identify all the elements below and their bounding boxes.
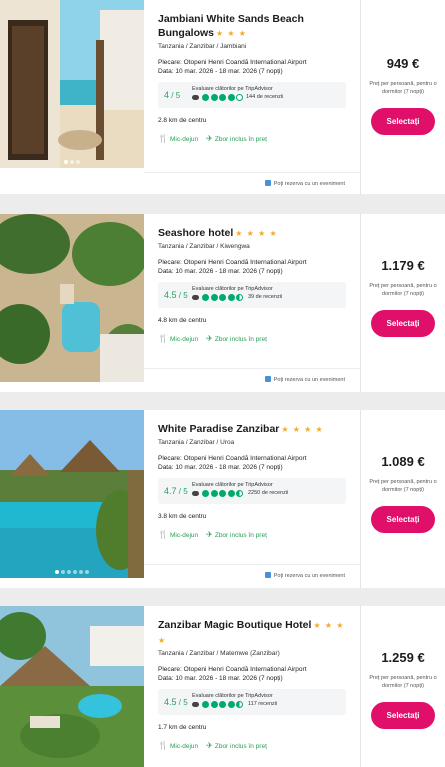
- tripadvisor-rating: 4 / 5 Evaluare clătorilor pe TripAdvisor…: [158, 82, 346, 108]
- rating-source: Evaluare clătorilor pe TripAdvisor: [192, 86, 273, 92]
- photo-carousel-dots[interactable]: [0, 160, 144, 164]
- hotel-name[interactable]: Zanzibar Magic Boutique Hotel ★ ★ ★ ★: [158, 618, 354, 648]
- hotel-card[interactable]: Jambiani White Sands Beach Bungalows ★ ★ …: [0, 0, 445, 194]
- calendar-icon: [264, 572, 271, 578]
- departure-info: Plecare: Otopeni Henri Coandă Internatio…: [158, 666, 307, 682]
- hotel-features: 🍴 Mic-dejun ✈ Zbor inclus în preț: [158, 134, 267, 143]
- select-button[interactable]: Selectați: [371, 702, 435, 729]
- hotel-location: Tanzania / Zanzibar / Kiwengwa: [158, 243, 250, 250]
- rating-score: 4.5 / 5: [164, 290, 188, 300]
- rating-score: 4 / 5: [164, 90, 181, 100]
- hotel-features: 🍴 Mic-dejun ✈ Zbor inclus în preț: [158, 741, 267, 750]
- select-button[interactable]: Selectați: [371, 506, 435, 533]
- hotel-photo[interactable]: [0, 410, 144, 578]
- cutlery-icon: 🍴: [158, 334, 168, 343]
- distance-to-center: 1.7 km de centru: [158, 724, 207, 731]
- star-rating: ★ ★ ★: [216, 29, 247, 38]
- distance-to-center: 2.8 km de centru: [158, 117, 207, 124]
- tripadvisor-rating: 4.5 / 5 Evaluare clătorilor pe TripAdvis…: [158, 689, 346, 715]
- divider: [144, 368, 360, 369]
- hotel-location: Tanzania / Zanzibar / Jambiani: [158, 43, 247, 50]
- calendar-icon: [264, 180, 271, 186]
- review-count: 39 de recenzii: [248, 294, 283, 300]
- owl-icon: [192, 702, 199, 707]
- plane-icon: ✈: [206, 741, 213, 750]
- review-count: 2250 de recenzii: [248, 490, 289, 496]
- departure-info: Plecare: Otopeni Henri Coandă Internatio…: [158, 455, 307, 471]
- hotel-card[interactable]: Seashore hotel ★ ★ ★ ★ Tanzania / Zanziba…: [0, 214, 445, 392]
- plane-icon: ✈: [206, 530, 213, 539]
- event-booking-link[interactable]: Poți rezerva cu un eveniment: [264, 376, 345, 383]
- owl-icon: [192, 95, 199, 100]
- rating-source: Evaluare clătorilor pe TripAdvisor: [192, 286, 273, 292]
- hotel-photo-image: [0, 214, 144, 382]
- rating-circles: [202, 701, 245, 708]
- price: 1.179 €: [381, 258, 425, 273]
- rating-circles: [202, 490, 245, 497]
- owl-icon: [192, 491, 199, 496]
- divider: [144, 172, 360, 173]
- price: 1.089 €: [381, 454, 425, 469]
- hotel-photo-image: [0, 0, 144, 168]
- cutlery-icon: 🍴: [158, 134, 168, 143]
- tripadvisor-rating: 4.7 / 5 Evaluare clătorilor pe TripAdvis…: [158, 478, 346, 504]
- rating-source: Evaluare clătorilor pe TripAdvisor: [192, 482, 273, 488]
- price-note: Preț per persoană, pentru o dormitor (7 …: [369, 479, 437, 493]
- hotel-name[interactable]: Jambiani White Sands Beach Bungalows ★ ★ …: [158, 12, 354, 41]
- price-note: Preț per persoană, pentru o dormitor (7 …: [369, 283, 437, 297]
- hotel-location: Tanzania / Zanzibar / Uroa: [158, 439, 235, 446]
- distance-to-center: 4.8 km de centru: [158, 317, 207, 324]
- cutlery-icon: 🍴: [158, 530, 168, 539]
- rating-score: 4.5 / 5: [164, 697, 188, 707]
- event-booking-link[interactable]: Poți rezerva cu un eveniment: [264, 180, 345, 187]
- hotel-card[interactable]: White Paradise Zanzibar ★ ★ ★ ★ Tanzania …: [0, 410, 445, 588]
- hotel-photo[interactable]: [0, 606, 144, 767]
- hotel-photo[interactable]: [0, 0, 144, 168]
- plane-icon: ✈: [206, 334, 213, 343]
- owl-icon: [192, 295, 199, 300]
- hotel-photo-image: [0, 606, 144, 767]
- tripadvisor-rating: 4.5 / 5 Evaluare clătorilor pe TripAdvis…: [158, 282, 346, 308]
- cutlery-icon: 🍴: [158, 741, 168, 750]
- hotel-features: 🍴 Mic-dejun ✈ Zbor inclus în preț: [158, 334, 267, 343]
- star-rating: ★ ★ ★ ★: [281, 425, 324, 434]
- hotel-location: Tanzania / Zanzibar / Matemwe (Zanzibar): [158, 650, 280, 657]
- select-button[interactable]: Selectați: [371, 108, 435, 135]
- price: 949 €: [386, 56, 420, 71]
- plane-icon: ✈: [206, 134, 213, 143]
- rating-source: Evaluare clătorilor pe TripAdvisor: [192, 693, 273, 699]
- rating-score: 4.7 / 5: [164, 486, 188, 496]
- review-count: 144 de recenzii: [246, 94, 284, 100]
- rating-circles: [202, 94, 245, 101]
- hotel-features: 🍴 Mic-dejun ✈ Zbor inclus în preț: [158, 530, 267, 539]
- calendar-icon: [264, 376, 271, 382]
- star-rating: ★ ★ ★ ★: [235, 229, 278, 238]
- divider: [144, 564, 360, 565]
- price: 1.259 €: [381, 650, 425, 665]
- select-button[interactable]: Selectați: [371, 310, 435, 337]
- price-note: Preț per persoană, pentru o dormitor (7 …: [369, 81, 437, 95]
- rating-circles: [202, 294, 245, 301]
- hotel-name[interactable]: Seashore hotel ★ ★ ★ ★: [158, 226, 354, 241]
- photo-carousel-dots[interactable]: [0, 570, 144, 574]
- hotel-photo[interactable]: [0, 214, 144, 382]
- departure-info: Plecare: Otopeni Henri Coandă Internatio…: [158, 59, 307, 75]
- review-count: 117 recenzii: [248, 701, 278, 707]
- departure-info: Plecare: Otopeni Henri Coandă Internatio…: [158, 259, 307, 275]
- event-booking-link[interactable]: Poți rezerva cu un eveniment: [264, 572, 345, 579]
- distance-to-center: 3.8 km de centru: [158, 513, 207, 520]
- hotel-name[interactable]: White Paradise Zanzibar ★ ★ ★ ★: [158, 422, 354, 437]
- hotel-photo-image: [0, 410, 144, 578]
- hotel-card[interactable]: Zanzibar Magic Boutique Hotel ★ ★ ★ ★ Tan…: [0, 606, 445, 767]
- price-note: Preț per persoană, pentru o dormitor (7 …: [369, 675, 437, 689]
